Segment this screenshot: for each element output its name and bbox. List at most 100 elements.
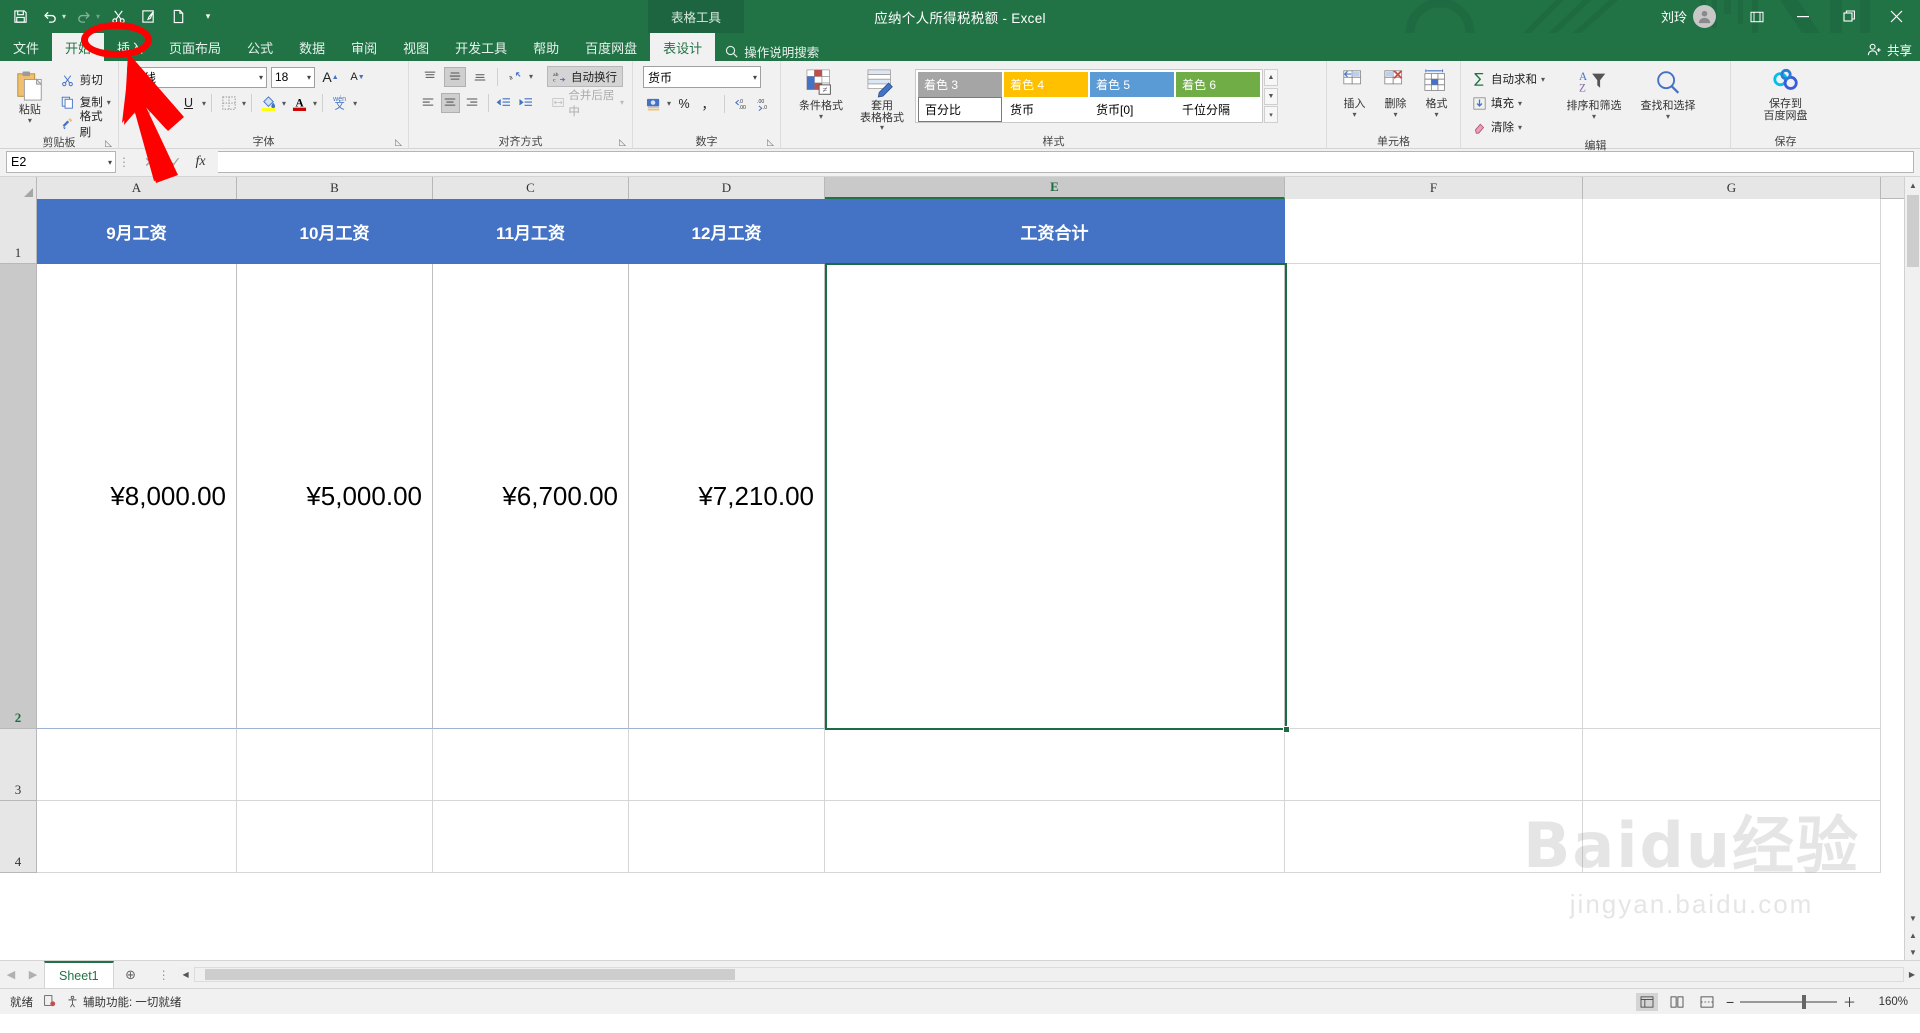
tab-home[interactable]: 开始 xyxy=(52,33,105,61)
tab-baidu-netdisk[interactable]: 百度网盘 xyxy=(572,33,650,61)
format-as-table-dropdown-icon[interactable]: ▾ xyxy=(880,124,884,132)
zoom-track[interactable] xyxy=(1740,994,1837,1009)
format-cells-dropdown-icon[interactable]: ▾ xyxy=(1434,110,1438,118)
font-dialog-launcher[interactable]: ◺ xyxy=(395,137,402,148)
customize-qat-icon[interactable]: ▾ xyxy=(194,4,222,30)
sort-filter-button[interactable]: A Z 排序和筛选 ▾ xyxy=(1559,66,1629,120)
redo-dropdown-icon[interactable]: ▾ xyxy=(96,12,100,21)
italic-button[interactable]: I xyxy=(152,92,175,114)
paste-dropdown-icon[interactable]: ▾ xyxy=(28,116,32,124)
styles-gallery-scroll[interactable]: ▲ ▼ ▾ xyxy=(1264,69,1278,123)
autosum-button[interactable]: ∑ 自动求和 ▾ xyxy=(1471,69,1545,89)
gallery-scroll-down-icon[interactable]: ▼ xyxy=(1264,87,1278,105)
clipboard-dialog-launcher[interactable]: ◺ xyxy=(105,138,112,149)
format-painter-button[interactable]: 格式刷 xyxy=(60,111,114,139)
cell-e3[interactable] xyxy=(825,729,1285,801)
cut-button[interactable]: 剪切 xyxy=(60,70,114,90)
number-dialog-launcher[interactable]: ◺ xyxy=(767,137,774,148)
align-middle-button[interactable] xyxy=(444,66,466,87)
font-size-combo[interactable]: 18 ▾ xyxy=(271,66,315,88)
hscroll-grip[interactable]: ⋮ xyxy=(158,968,170,982)
scissors-icon[interactable] xyxy=(104,4,132,30)
print-icon[interactable] xyxy=(134,4,162,30)
delete-cells-dropdown-icon[interactable]: ▾ xyxy=(1393,110,1397,118)
page-down-icon[interactable]: ▼ xyxy=(1905,944,1920,960)
merge-center-button[interactable]: 合并后居中 ▾ xyxy=(548,90,628,118)
enter-formula-icon[interactable]: ✓ xyxy=(170,154,182,171)
alignment-dialog-launcher[interactable]: ◺ xyxy=(619,137,626,148)
previous-sheet-icon[interactable]: ◀ xyxy=(0,968,22,981)
hscroll-right-icon[interactable]: ▶ xyxy=(1904,967,1920,982)
ribbon-tabs[interactable]: 文件 开始 插入 页面布局 公式 数据 审阅 视图 开发工具 帮助 百度网盘 表… xyxy=(0,33,1920,61)
tab-data[interactable]: 数据 xyxy=(286,33,338,61)
font-name-combo[interactable]: 等线 ▾ xyxy=(127,66,267,88)
align-bottom-button[interactable] xyxy=(469,67,491,87)
grow-font-button[interactable]: A ▲ xyxy=(319,66,342,88)
normal-view-button[interactable] xyxy=(1636,992,1658,1011)
align-left-button[interactable] xyxy=(419,93,438,113)
font-color-dropdown-icon[interactable]: ▾ xyxy=(313,99,317,108)
cell-e4[interactable] xyxy=(825,801,1285,873)
sort-filter-dropdown-icon[interactable]: ▾ xyxy=(1592,112,1596,120)
autosum-dropdown-icon[interactable]: ▾ xyxy=(1541,75,1545,84)
save-to-baidu-netdisk-button[interactable]: 保存到 百度网盘 xyxy=(1746,66,1826,122)
wrap-text-button[interactable]: ab c 自动换行 xyxy=(547,66,624,87)
fill-color-button[interactable] xyxy=(257,92,280,114)
cell-style-percent[interactable]: 百分比 xyxy=(918,97,1002,122)
fill-color-dropdown-icon[interactable]: ▾ xyxy=(282,99,286,108)
cell-a4[interactable] xyxy=(37,801,237,873)
phonetic-guide-button[interactable]: wén 文 xyxy=(328,92,351,114)
page-icon[interactable] xyxy=(164,4,192,30)
underline-button[interactable]: U xyxy=(177,92,200,114)
clear-dropdown-icon[interactable]: ▾ xyxy=(1518,123,1522,132)
cell-b2[interactable]: ¥5,000.00 xyxy=(237,264,433,729)
cell-e2[interactable] xyxy=(825,264,1285,729)
paste-button[interactable]: 粘贴 ▾ xyxy=(4,68,56,124)
cell-styles-gallery[interactable]: 着色 3 着色 4 着色 5 着色 6 百分比 货币 货币[0] 千位分隔 xyxy=(915,69,1263,123)
scroll-down-icon[interactable]: ▼ xyxy=(1905,910,1920,926)
avatar[interactable] xyxy=(1693,5,1716,28)
cell-g3[interactable] xyxy=(1583,729,1881,801)
zoom-slider[interactable]: − ＋ xyxy=(1726,992,1856,1011)
cell-g2[interactable] xyxy=(1583,264,1881,729)
zoom-out-button[interactable]: − xyxy=(1726,994,1734,1010)
tab-help[interactable]: 帮助 xyxy=(520,33,572,61)
vertical-scroll-thumb[interactable] xyxy=(1907,195,1919,267)
comma-style-button[interactable]: ， xyxy=(697,93,719,114)
fill-dropdown-icon[interactable]: ▾ xyxy=(1518,99,1522,108)
zoom-in-button[interactable]: ＋ xyxy=(1843,992,1856,1011)
close-button[interactable] xyxy=(1872,0,1920,33)
cell-d2[interactable]: ¥7,210.00 xyxy=(629,264,825,729)
copy-dropdown-icon[interactable]: ▾ xyxy=(107,98,111,107)
vertical-scrollbar[interactable]: ▲ ▼ ▲ ▼ xyxy=(1904,177,1920,960)
insert-cells-dropdown-icon[interactable]: ▾ xyxy=(1352,110,1356,118)
horizontal-scrollbar[interactable] xyxy=(193,967,1904,982)
font-color-button[interactable]: A xyxy=(288,92,311,114)
cell-style-accent6[interactable]: 着色 6 xyxy=(1176,72,1260,97)
quick-access-toolbar[interactable]: ▾ ▾ ▾ xyxy=(0,4,222,30)
ribbon-display-options-icon[interactable] xyxy=(1734,0,1780,33)
borders-button[interactable] xyxy=(217,92,240,114)
cell-a3[interactable] xyxy=(37,729,237,801)
scroll-up-icon[interactable]: ▲ xyxy=(1905,177,1920,193)
increase-decimal-button[interactable]: .0 .00 xyxy=(730,93,752,114)
tab-file[interactable]: 文件 xyxy=(0,33,52,61)
cell-style-currency[interactable]: 货币 xyxy=(1004,97,1088,122)
row-header-3[interactable]: 3 xyxy=(0,729,36,801)
insert-function-icon[interactable]: fx xyxy=(195,154,205,170)
cell-style-accent5[interactable]: 着色 5 xyxy=(1090,72,1174,97)
cell-d1[interactable]: 12月工资 xyxy=(629,199,825,264)
cell-a1[interactable]: 9月工资 xyxy=(37,199,237,264)
column-header-e[interactable]: E xyxy=(825,177,1285,199)
share-button[interactable]: 共享 xyxy=(1867,40,1912,59)
horizontal-scroll-thumb[interactable] xyxy=(204,969,735,980)
cell-e1[interactable]: 工资合计 xyxy=(825,199,1285,264)
merge-dropdown-icon[interactable]: ▾ xyxy=(620,98,624,107)
restore-button[interactable] xyxy=(1826,0,1872,33)
bold-button[interactable]: B xyxy=(127,92,150,114)
column-header-g[interactable]: G xyxy=(1583,177,1881,199)
decrease-indent-button[interactable] xyxy=(495,93,514,113)
tab-developer[interactable]: 开发工具 xyxy=(442,33,520,61)
row-header-4[interactable]: 4 xyxy=(0,801,36,873)
gallery-more-icon[interactable]: ▾ xyxy=(1264,106,1278,123)
